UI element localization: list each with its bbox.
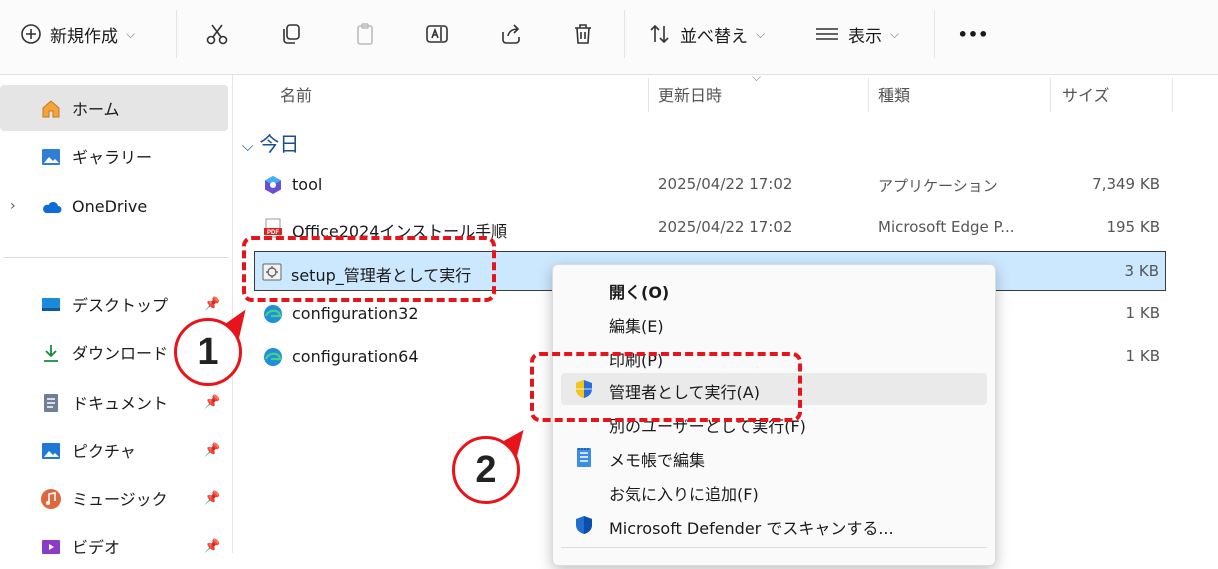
annotation-pointers: [222, 309, 524, 459]
annotation-step-2-badge: 2: [452, 436, 520, 504]
annotation-step-1-badge: 1: [174, 318, 242, 386]
